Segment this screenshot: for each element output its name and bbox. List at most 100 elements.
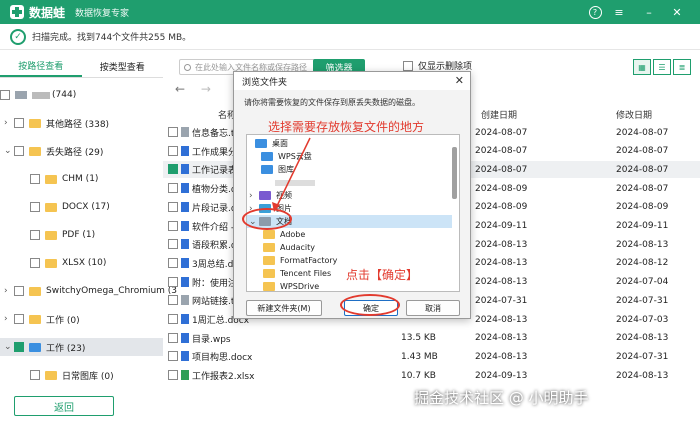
table-row[interactable]: 工作报表2.xlsx 10.7 KB 2024-09-13 2024-08-13 [163,367,700,384]
tree-item-work-empty[interactable]: › 工作 (0) [0,310,163,328]
table-row[interactable]: 项目构思.docx 1.43 MB 2024-08-13 2024-07-31 [163,348,700,365]
grid-view-icon[interactable]: ▦ [633,59,651,75]
arrow-back-icon[interactable]: ← [175,82,185,96]
checkbox[interactable] [168,127,178,137]
chevron-right-icon[interactable]: › [4,286,14,296]
folder-tree-item[interactable]: › 视频 [247,189,452,202]
help-icon[interactable]: ? [586,4,604,20]
cancel-button[interactable]: 取消 [406,300,460,316]
tree-item-chm[interactable]: CHM (1) [0,170,163,188]
chevron-right-icon[interactable]: › [4,118,14,128]
tab-by-path[interactable]: 按路径查看 [0,56,82,77]
checkbox[interactable] [14,286,24,296]
folder-tree-item[interactable]: 桌面 [247,137,452,150]
search-icon [184,63,191,71]
checkbox-checked[interactable] [168,164,178,175]
checkbox[interactable] [168,276,178,287]
folder-icon [45,230,57,240]
folder-icon [29,118,41,128]
arrow-forward-icon[interactable]: → [201,82,211,96]
tab-by-type[interactable]: 按类型查看 [82,56,164,77]
menu-icon[interactable]: ≡ [610,4,628,20]
back-button[interactable]: 返回 [14,396,114,416]
checkbox[interactable] [30,174,40,184]
folder-tree-item[interactable]: WPS云盘 [247,150,452,163]
checkbox[interactable] [168,314,178,324]
tree-item-pdf[interactable]: PDF (1) [0,226,163,244]
close-icon[interactable]: ✕ [668,4,686,20]
new-folder-button[interactable]: 新建文件夹(M) [246,300,322,316]
table-row[interactable]: 目录.wps 13.5 KB 2024-08-13 2024-08-13 [163,330,700,347]
file-name: 目录.wps [181,332,231,345]
file-name: 工作报表2.xlsx [181,369,254,382]
folder-tree-item[interactable]: 图库 [247,163,452,176]
tree-item-drive[interactable]: (744) [0,86,163,104]
checkbox[interactable] [0,90,10,100]
drive-icon [15,91,27,99]
file-name: 植物分类.d [181,182,237,195]
tree-item-label: PDF (1) [62,230,96,240]
scrollbar[interactable] [452,147,457,199]
checkbox[interactable] [14,118,24,128]
checkbox-checked[interactable] [14,342,24,352]
folder-tree-label: WPS云盘 [278,152,312,161]
checkbox[interactable] [30,202,40,212]
tree-item-other-paths[interactable]: › 其他路径 (338) [0,114,163,132]
checkbox[interactable] [168,257,178,268]
file-name: 工作记录表 [181,163,237,176]
file-created: 2024-08-13 [475,351,528,362]
file-created: 2024-08-13 [475,277,528,288]
folder-tree-item[interactable]: Audacity [247,241,452,254]
file-name: 信息备忘.t [181,126,234,139]
file-modified: 2024-07-31 [616,295,669,306]
checkbox[interactable] [14,314,24,324]
annotation-choose-location: 选择需要存放恢复文件的地方 [268,120,425,134]
checkbox[interactable] [403,60,413,71]
folder-tree-label: 视频 [276,191,292,200]
tree-item-switchyomega[interactable]: › SwitchyOmega_Chromium (3 [0,282,177,300]
folder-tree-label: WPSDrive [280,282,320,291]
chevron-down-icon[interactable]: ⌄ [4,146,14,156]
chevron-down-icon[interactable]: ⌄ [4,342,14,352]
checkbox[interactable] [30,230,40,240]
tree-item-label: SwitchyOmega_Chromium (3 [46,286,178,296]
checkbox[interactable] [30,370,40,380]
file-modified: 2024-08-07 [616,127,669,138]
file-created: 2024-08-09 [475,183,528,194]
folder-icon [29,342,41,352]
col-modified[interactable]: 修改日期 [616,104,652,124]
checkbox[interactable] [168,295,178,306]
checkbox[interactable] [168,183,178,194]
chevron-right-icon[interactable]: › [249,191,259,201]
checkbox[interactable] [168,351,178,362]
file-created: 2024-08-13 [475,314,528,325]
folder-icon [263,282,275,291]
col-created[interactable]: 创建日期 [481,104,517,124]
checkbox[interactable] [168,370,178,381]
checkbox[interactable] [14,146,24,156]
tree-item-lost-paths[interactable]: ⌄ 丢失路径 (29) [0,142,163,160]
checkbox[interactable] [168,332,178,343]
tree-item-xlsx[interactable]: XLSX (10) [0,254,163,272]
tree-item-work-selected[interactable]: ⌄ 工作 (23) [0,338,163,356]
minimize-icon[interactable]: – [640,4,658,20]
detail-view-icon[interactable]: ≣ [673,59,691,75]
folder-tree-item[interactable]: Adobe [247,228,452,241]
checkbox[interactable] [168,201,178,212]
dialog-close-icon[interactable]: ✕ [455,74,464,87]
desktop-icon [255,139,267,148]
list-view-icon[interactable]: ☰ [653,59,671,75]
checkbox[interactable] [168,239,178,250]
folder-icon [263,230,275,239]
tree-item-docx[interactable]: DOCX (17) [0,198,163,216]
checkbox[interactable] [30,258,40,268]
redacted-label [275,179,315,186]
file-created: 2024-09-11 [475,221,528,231]
file-modified: 2024-08-07 [616,164,669,175]
checkbox[interactable] [168,220,178,231]
checkbox[interactable] [168,145,178,156]
file-created: 2024-08-13 [475,258,528,269]
chevron-right-icon[interactable]: › [4,314,14,324]
annotation-click-ok: 点击【确定】 [346,268,419,282]
tree-item-gallery[interactable]: 日常图库 (0) [0,366,163,384]
